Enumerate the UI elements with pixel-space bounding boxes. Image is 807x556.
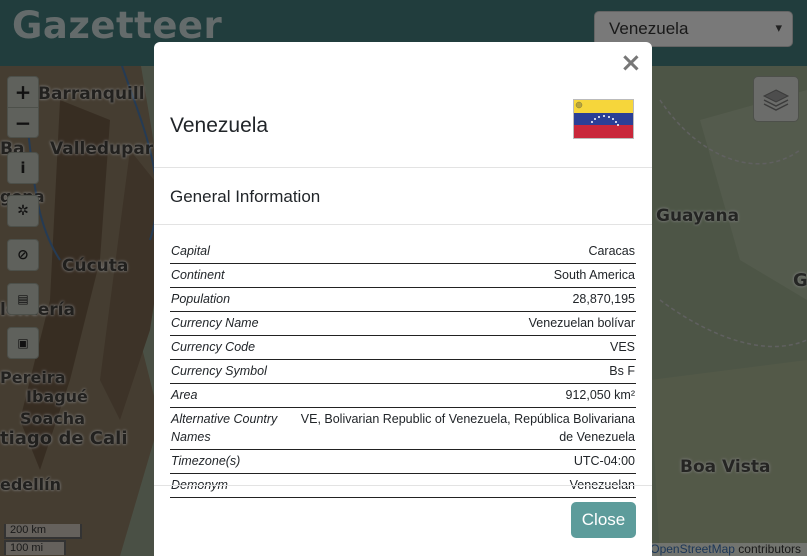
row-value: Caracas — [295, 240, 636, 264]
country-info-modal: × Venezuela General Information Capital C… — [154, 42, 652, 556]
row-value: VES — [295, 335, 636, 360]
table-row: Alternative Country Names VE, Bolivarian … — [170, 407, 636, 450]
row-label: Continent — [170, 263, 295, 288]
row-label: Currency Name — [170, 311, 295, 336]
divider — [154, 485, 652, 486]
close-icon[interactable]: × — [620, 50, 642, 76]
divider — [154, 167, 652, 168]
row-value: 912,050 km² — [295, 383, 636, 408]
row-value: 28,870,195 — [295, 287, 636, 312]
table-row: Timezone(s) UTC-04:00 — [170, 449, 636, 474]
row-value: Bs F — [295, 359, 636, 384]
flag-stars — [575, 101, 619, 126]
row-label: Area — [170, 383, 295, 408]
country-flag — [573, 99, 634, 139]
table-row: Capital Caracas — [170, 240, 636, 264]
row-value: VE, Bolivarian Republic of Venezuela, Re… — [295, 407, 636, 450]
divider — [154, 224, 652, 225]
row-value: UTC-04:00 — [295, 449, 636, 474]
row-value: Venezuelan bolívar — [295, 311, 636, 336]
modal-title: Venezuela — [170, 114, 269, 137]
table-row: Currency Code VES — [170, 335, 636, 360]
info-table: Capital Caracas Continent South America Popu… — [170, 240, 636, 498]
row-label: Alternative Country Names — [170, 407, 295, 450]
table-row: Currency Name Venezuelan bolívar — [170, 311, 636, 336]
close-button[interactable]: Close — [571, 502, 636, 538]
table-row: Continent South America — [170, 263, 636, 288]
table-row: Currency Symbol Bs F — [170, 359, 636, 384]
row-label: Population — [170, 287, 295, 312]
table-row: Population 28,870,195 — [170, 287, 636, 312]
section-title: General Information — [170, 187, 321, 206]
table-row: Area 912,050 km² — [170, 383, 636, 408]
row-value: South America — [295, 263, 636, 288]
row-label: Timezone(s) — [170, 449, 295, 474]
row-label: Capital — [170, 240, 295, 264]
row-label: Currency Symbol — [170, 359, 295, 384]
row-label: Currency Code — [170, 335, 295, 360]
